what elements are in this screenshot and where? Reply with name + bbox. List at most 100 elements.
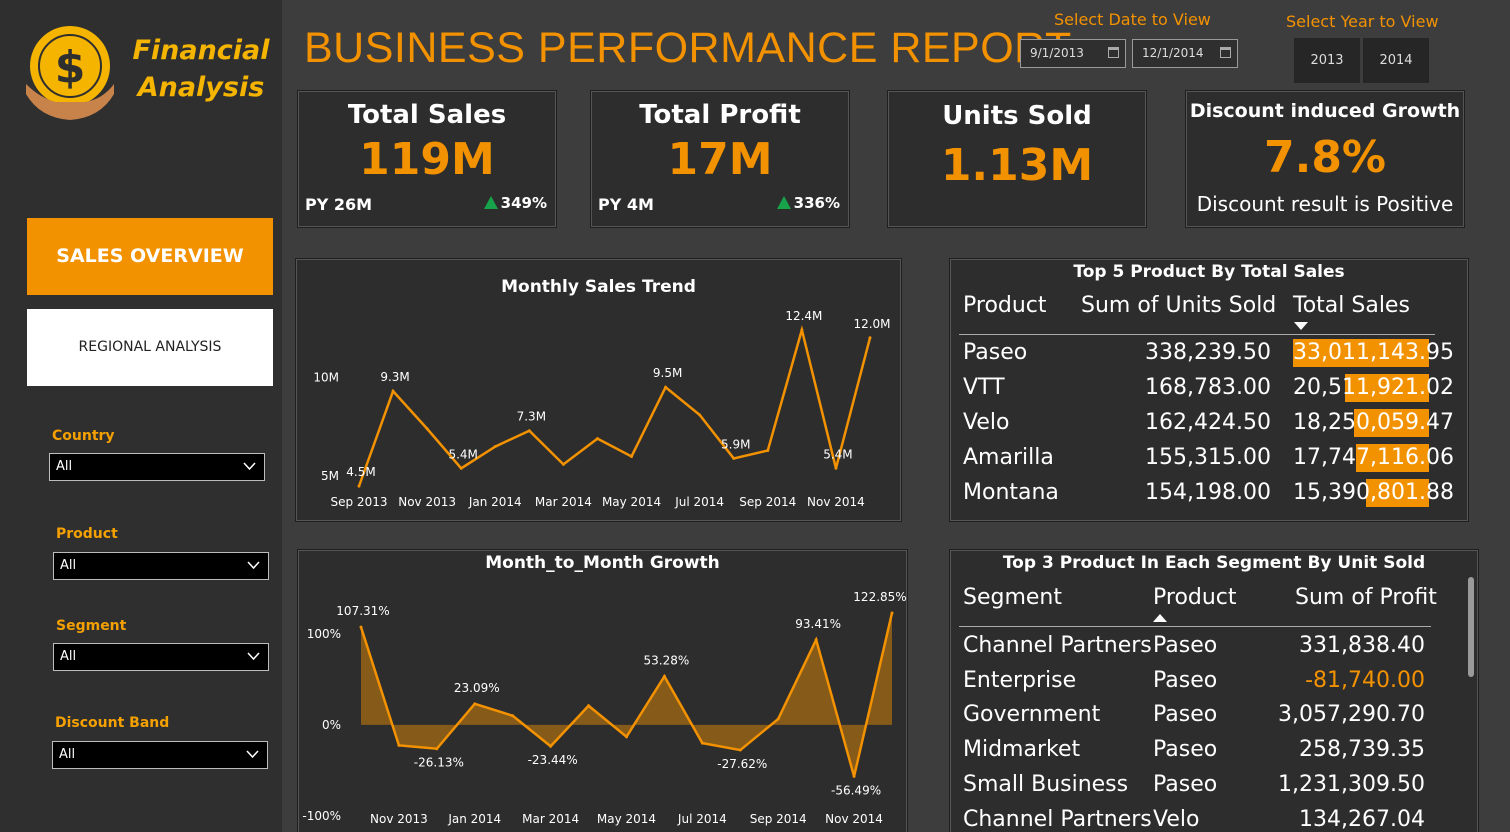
product-filter-dropdown[interactable]: All	[53, 552, 269, 580]
data-label: 122.85%	[853, 590, 906, 604]
data-point	[425, 427, 429, 431]
sort-descending-icon[interactable]	[1294, 322, 1308, 330]
data-point	[473, 702, 477, 706]
country-filter-dropdown[interactable]: All	[49, 453, 265, 481]
discount-growth-card: Discount induced Growth 7.8% Discount re…	[1185, 90, 1465, 228]
data-label: 107.31%	[336, 604, 389, 618]
column-header-sum-of-profit[interactable]: Sum of Profit	[1295, 585, 1437, 610]
x-tick-label: Jan 2014	[468, 495, 522, 509]
profit-cell: 258,739.35	[1299, 737, 1425, 763]
total-profit-card: Total Profit 17M PY 4M 336%	[590, 90, 850, 228]
total-sales-value: 18,250,059.47	[1293, 410, 1454, 435]
sales-series-line	[357, 324, 872, 487]
product-cell: Amarilla	[963, 445, 1054, 470]
data-point	[814, 638, 818, 642]
app-logo-text: Financial Analysis	[132, 32, 270, 106]
header-divider	[959, 626, 1431, 627]
column-header-total-sales[interactable]: Total Sales	[1293, 293, 1410, 318]
data-point	[561, 462, 565, 466]
top5-products-panel: Top 5 Product By Total Sales Product Sum…	[949, 258, 1469, 522]
data-label: -23.44%	[528, 753, 578, 767]
svg-text:$: $	[55, 42, 86, 93]
total-sales-card: Total Sales 119M PY 26M 349%	[297, 90, 557, 228]
data-point	[397, 743, 401, 747]
x-tick-label: Jan 2014	[447, 812, 501, 826]
total-sales-cell: 18,250,059.47	[1293, 409, 1454, 437]
column-header-product[interactable]: Product	[963, 293, 1047, 318]
y-tick-label: 100%	[307, 627, 341, 641]
y-tick-label: 10M	[313, 370, 339, 384]
start-date-value: 9/1/2013	[1030, 46, 1084, 60]
growth-area-fill	[361, 612, 892, 777]
segment-filter-dropdown[interactable]: All	[53, 643, 269, 671]
x-tick-label: Sep 2014	[750, 812, 807, 826]
kpi-value: 1.13M	[940, 140, 1094, 191]
x-tick-label: Nov 2013	[398, 495, 456, 509]
column-header-product[interactable]: Product	[1153, 585, 1237, 610]
data-point	[700, 741, 704, 745]
segment-cell: Channel Partners	[963, 806, 1152, 832]
data-label: 53.28%	[644, 653, 690, 667]
data-point	[511, 714, 515, 718]
x-tick-label: Jul 2014	[674, 495, 724, 509]
table-scrollbar[interactable]	[1468, 577, 1474, 677]
kpi-note: Discount result is Positive	[1196, 192, 1454, 216]
segment-filter-value: All	[60, 649, 77, 664]
data-point	[834, 466, 838, 470]
table-title: Top 3 Product In Each Segment By Unit So…	[1002, 553, 1426, 573]
year-button-2014[interactable]: 2014	[1363, 38, 1429, 83]
total-sales-value: 15,390,801.88	[1293, 480, 1454, 505]
chevron-down-icon	[247, 652, 260, 661]
product-filter-label: Product	[56, 526, 118, 542]
calendar-icon[interactable]	[1108, 47, 1119, 58]
up-arrow-icon	[776, 196, 791, 209]
top3-segment-panel: Top 3 Product In Each Segment By Unit So…	[949, 549, 1479, 832]
product-cell: Montana	[963, 480, 1059, 505]
sort-ascending-icon[interactable]	[1153, 614, 1167, 622]
calendar-icon[interactable]	[1220, 47, 1231, 58]
segment-filter-label: Segment	[56, 618, 127, 634]
country-filter-label: Country	[52, 428, 115, 444]
product-cell: Paseo	[963, 340, 1028, 365]
data-label: 9.5M	[653, 366, 682, 380]
regional-analysis-button[interactable]: REGIONAL ANALYSIS	[27, 309, 273, 386]
data-label: -27.62%	[717, 757, 767, 771]
product-cell: Paseo	[1153, 737, 1218, 763]
column-header-segment[interactable]: Segment	[963, 585, 1062, 610]
kpi-growth: 336%	[776, 194, 840, 212]
data-label: 93.41%	[795, 617, 841, 631]
data-point	[868, 336, 872, 340]
start-date-input[interactable]: 9/1/2013	[1020, 39, 1126, 68]
report-title: BUSINESS PERFORMANCE REPORT	[304, 24, 1072, 72]
year-button-2013[interactable]: 2013	[1294, 38, 1360, 83]
data-point	[630, 454, 634, 458]
data-label: -26.13%	[414, 756, 464, 770]
data-point	[890, 611, 894, 615]
chevron-down-icon	[247, 561, 260, 570]
data-label: 5.4M	[823, 447, 852, 461]
discount-band-filter-dropdown[interactable]: All	[52, 741, 268, 769]
kpi-growth: 349%	[483, 194, 547, 212]
month-to-month-growth-panel: Month_to_Month Growth 100% 0% -100% 107.31%…	[297, 549, 908, 832]
header-divider	[959, 334, 1435, 335]
table-title: Top 5 Product By Total Sales	[1073, 262, 1345, 282]
data-point	[776, 717, 780, 721]
x-tick-label: Sep 2014	[739, 495, 796, 509]
product-cell: Paseo	[1153, 702, 1218, 728]
data-point	[549, 744, 553, 748]
column-header-units[interactable]: Sum of Units Sold	[1081, 293, 1276, 318]
end-date-input[interactable]: 12/1/2014	[1132, 39, 1238, 68]
data-label: 4.5M	[346, 465, 375, 479]
total-sales-value: 20,511,921.02	[1293, 375, 1454, 400]
kpi-prior-year: PY 26M	[305, 195, 373, 214]
data-label: 5.4M	[448, 447, 477, 461]
kpi-prior-year: PY 4M	[598, 195, 654, 214]
sales-overview-button[interactable]: SALES OVERVIEW	[27, 218, 273, 295]
total-sales-value: 17,747,116.06	[1293, 445, 1454, 470]
kpi-growth-value: 336%	[793, 194, 840, 212]
product-cell: Paseo	[1153, 667, 1218, 693]
x-tick-label: Jul 2014	[677, 812, 727, 826]
x-tick-label: Nov 2013	[370, 812, 428, 826]
discount-band-filter-value: All	[59, 747, 76, 762]
x-tick-label: Sep 2013	[331, 495, 388, 509]
